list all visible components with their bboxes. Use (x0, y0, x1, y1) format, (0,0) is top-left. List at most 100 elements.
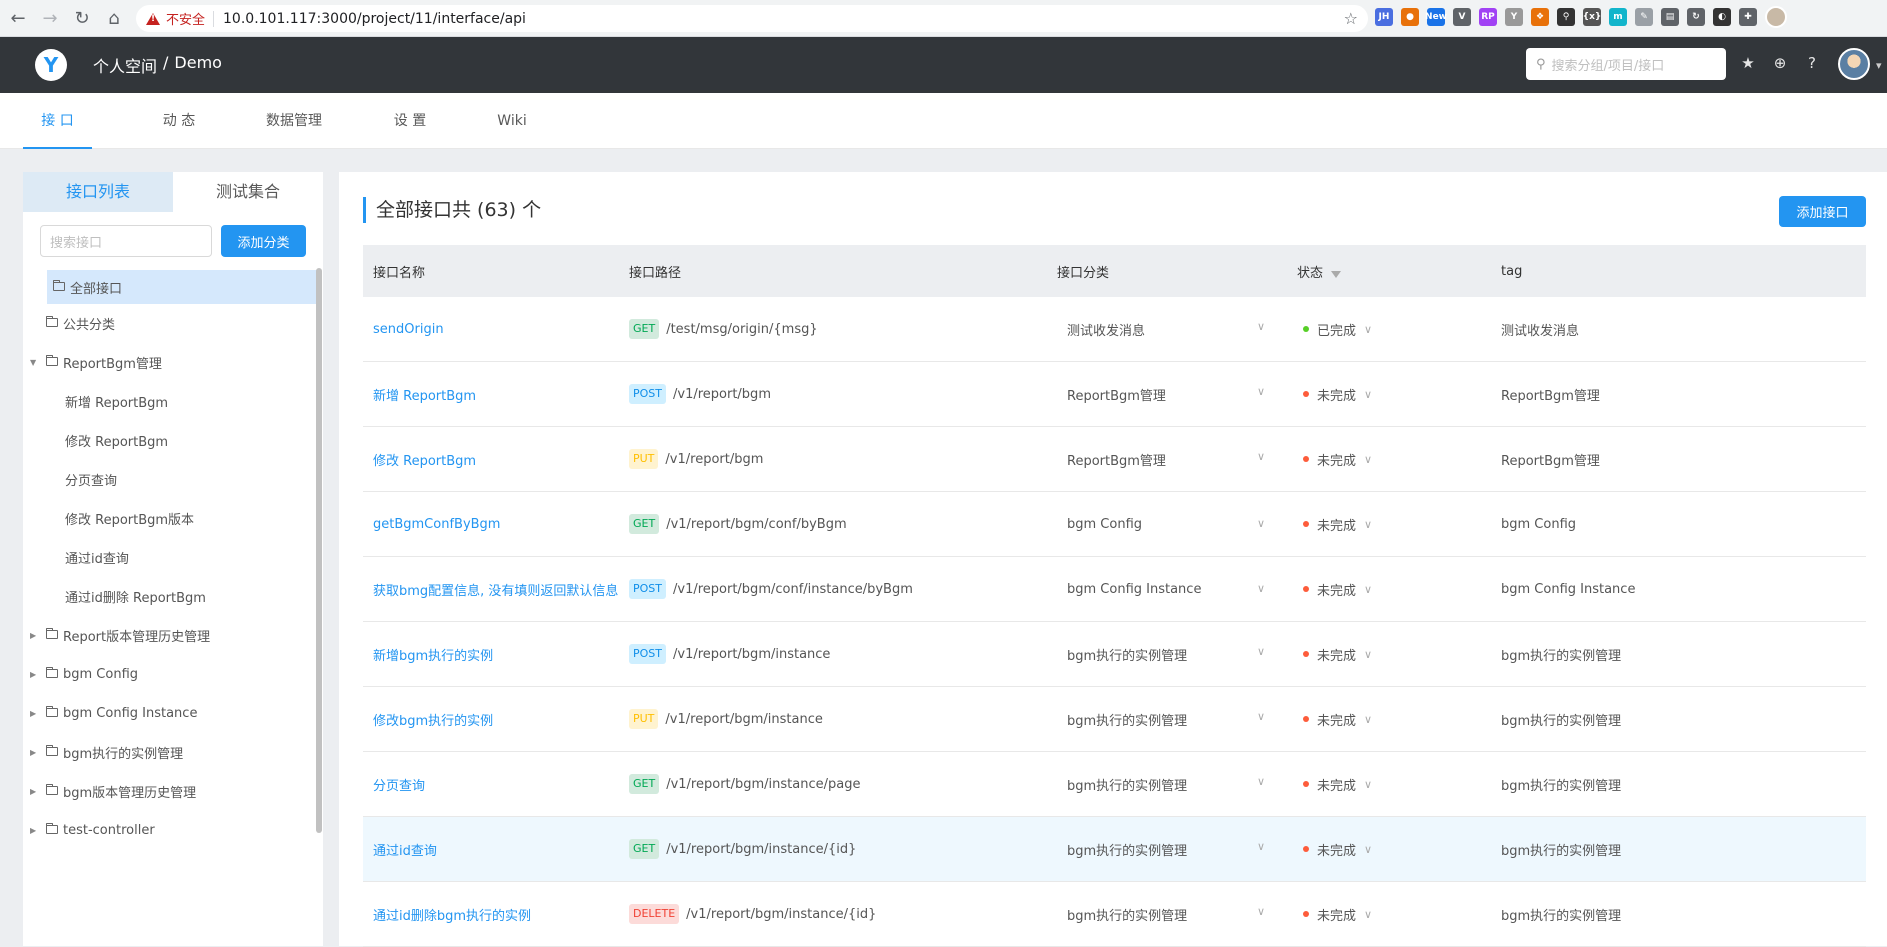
tree-category[interactable]: ▶ bgm Config (23, 655, 315, 694)
interface-name-link[interactable]: 新增 ReportBgm (373, 385, 476, 404)
tab-interface-list[interactable]: 接口列表 (23, 172, 173, 212)
status-select[interactable]: 未完成 ∨ (1293, 580, 1372, 599)
category-tree: 全部接口 公共分类 ▼ ReportBgm管理 新增 ReportBgm 修改 Repor… (23, 270, 317, 850)
extension-icon[interactable]: RP (1479, 8, 1497, 26)
extension-icon[interactable]: ❖ (1531, 8, 1549, 26)
tree-interface-item[interactable]: 通过id查询 (23, 538, 315, 577)
caret-right-icon[interactable]: ▶ (30, 826, 36, 835)
extension-icon[interactable]: ● (1401, 8, 1419, 26)
breadcrumb-space[interactable]: 个人空间 (93, 53, 157, 77)
status-select[interactable]: 未完成 ∨ (1293, 710, 1372, 729)
chevron-down-icon[interactable]: ▾ (1876, 59, 1882, 72)
reload-icon[interactable]: ↻ (68, 4, 96, 32)
tab-data-management[interactable]: 数据管理 (262, 93, 326, 149)
interface-name-link[interactable]: 通过id删除bgm执行的实例 (373, 905, 531, 924)
tab-activity[interactable]: 动 态 (150, 93, 208, 149)
add-circle-icon[interactable]: ⊕ (1771, 54, 1789, 72)
status-select[interactable]: 未完成 ∨ (1293, 450, 1372, 469)
extension-icon[interactable]: {x} (1583, 8, 1601, 26)
category-select[interactable]: bgm执行的实例管理 ∨ (1055, 905, 1265, 924)
tab-wiki[interactable]: Wiki (492, 93, 532, 149)
bookmark-star-icon[interactable]: ☆ (1344, 9, 1358, 28)
tree-label: bgm执行的实例管理 (63, 747, 184, 762)
caret-down-icon[interactable]: ▼ (30, 358, 36, 367)
tree-interface-item[interactable]: 新增 ReportBgm (23, 382, 315, 421)
tree-category[interactable]: ▶ bgm版本管理历史管理 (23, 772, 315, 811)
home-icon[interactable]: ⌂ (100, 4, 128, 32)
interface-name-link[interactable]: 新增bgm执行的实例 (373, 645, 493, 664)
caret-right-icon[interactable]: ▶ (30, 748, 36, 757)
tab-interface[interactable]: 接 口 (23, 93, 92, 149)
tree-interface-item[interactable]: 分页查询 (23, 460, 315, 499)
add-category-button[interactable]: 添加分类 (221, 225, 306, 257)
extension-icon[interactable]: ✎ (1635, 8, 1653, 26)
caret-right-icon[interactable]: ▶ (30, 709, 36, 718)
filter-icon[interactable] (1331, 270, 1342, 278)
add-interface-button[interactable]: 添加接口 (1779, 196, 1866, 227)
caret-right-icon[interactable]: ▶ (30, 631, 36, 640)
interface-name-link[interactable]: 修改bgm执行的实例 (373, 710, 493, 729)
status-select[interactable]: 未完成 ∨ (1293, 905, 1372, 924)
header-search-input[interactable]: ⚲ 搜索分组/项目/接口 (1526, 48, 1726, 80)
extension-icon[interactable]: m (1609, 8, 1627, 26)
back-icon[interactable]: ← (4, 4, 32, 32)
extension-icon[interactable]: V (1453, 8, 1471, 26)
status-select[interactable]: 未完成 ∨ (1293, 385, 1372, 404)
yapi-logo[interactable]: Y (35, 49, 67, 81)
tree-interface-item[interactable]: 修改 ReportBgm (23, 421, 315, 460)
category-select[interactable]: bgm执行的实例管理 ∨ (1055, 840, 1265, 859)
forward-icon[interactable]: → (36, 4, 64, 32)
interface-name-link[interactable]: sendOrigin (373, 322, 444, 337)
tab-settings[interactable]: 设 置 (388, 93, 432, 149)
url-text: 10.0.101.117:3000/project/11/interface/a… (223, 10, 526, 27)
interface-name-link[interactable]: 分页查询 (373, 775, 425, 794)
category-select[interactable]: bgm Config ∨ (1055, 517, 1265, 532)
user-avatar[interactable] (1838, 48, 1870, 80)
extension-icon[interactable]: ◐ (1713, 8, 1731, 26)
extension-icon[interactable]: ↻ (1687, 8, 1705, 26)
tree-interface-item[interactable]: 通过id删除 ReportBgm (23, 577, 315, 616)
interface-name-link[interactable]: 修改 ReportBgm (373, 450, 476, 469)
star-icon[interactable]: ★ (1739, 54, 1757, 72)
caret-right-icon[interactable]: ▶ (30, 670, 36, 679)
status-select[interactable]: 已完成 ∨ (1293, 320, 1372, 339)
extension-icon[interactable]: ⚲ (1557, 8, 1575, 26)
tree-category[interactable]: ▶ test-controller (23, 811, 315, 850)
status-select[interactable]: 未完成 ∨ (1293, 840, 1372, 859)
tree-category[interactable]: ▼ ReportBgm管理 (23, 343, 315, 382)
extension-icon[interactable]: JH (1375, 8, 1393, 26)
extension-icon[interactable]: ✚ (1739, 8, 1757, 26)
interface-name-link[interactable]: getBgmConfByBgm (373, 517, 500, 532)
category-select[interactable]: bgm Config Instance ∨ (1055, 582, 1265, 597)
col-status[interactable]: 状态 (1297, 262, 1342, 281)
category-select[interactable]: bgm执行的实例管理 ∨ (1055, 775, 1265, 794)
extension-icon[interactable]: ▤ (1661, 8, 1679, 26)
status-dot (1303, 456, 1309, 462)
chrome-profile-avatar[interactable] (1765, 6, 1787, 28)
status-select[interactable]: 未完成 ∨ (1293, 515, 1372, 534)
category-select[interactable]: ReportBgm管理 ∨ (1055, 450, 1265, 469)
status-select[interactable]: 未完成 ∨ (1293, 775, 1372, 794)
status-select[interactable]: 未完成 ∨ (1293, 645, 1372, 664)
category-select[interactable]: bgm执行的实例管理 ∨ (1055, 645, 1265, 664)
interface-name-link[interactable]: 通过id查询 (373, 840, 437, 859)
tree-category[interactable]: ▶ bgm执行的实例管理 (23, 733, 315, 772)
category-select[interactable]: bgm执行的实例管理 ∨ (1055, 710, 1265, 729)
tree-category[interactable]: ▶ Report版本管理历史管理 (23, 616, 315, 655)
tree-category[interactable]: ▶ bgm Config Instance (23, 694, 315, 733)
extension-icon[interactable]: Y (1505, 8, 1523, 26)
address-bar[interactable]: 不安全 10.0.101.117:3000/project/11/interfa… (136, 5, 1368, 32)
tree-category[interactable]: 全部接口 (47, 270, 317, 304)
tab-test-collection[interactable]: 测试集合 (173, 172, 323, 212)
caret-right-icon[interactable]: ▶ (30, 787, 36, 796)
sidebar-scrollbar[interactable] (316, 268, 322, 833)
breadcrumb-project[interactable]: Demo (174, 53, 222, 77)
category-select[interactable]: ReportBgm管理 ∨ (1055, 385, 1265, 404)
interface-name-link[interactable]: 获取bmg配置信息, 没有填则返回默认信息 (373, 580, 618, 599)
extension-icon[interactable]: New (1425, 8, 1447, 26)
category-select[interactable]: 测试收发消息 ∨ (1055, 320, 1265, 339)
tree-interface-item[interactable]: 修改 ReportBgm版本 (23, 499, 315, 538)
help-icon[interactable]: ? (1803, 54, 1821, 72)
tree-category[interactable]: 公共分类 (23, 304, 315, 343)
interface-search-input[interactable]: 搜索接口 (40, 225, 212, 257)
